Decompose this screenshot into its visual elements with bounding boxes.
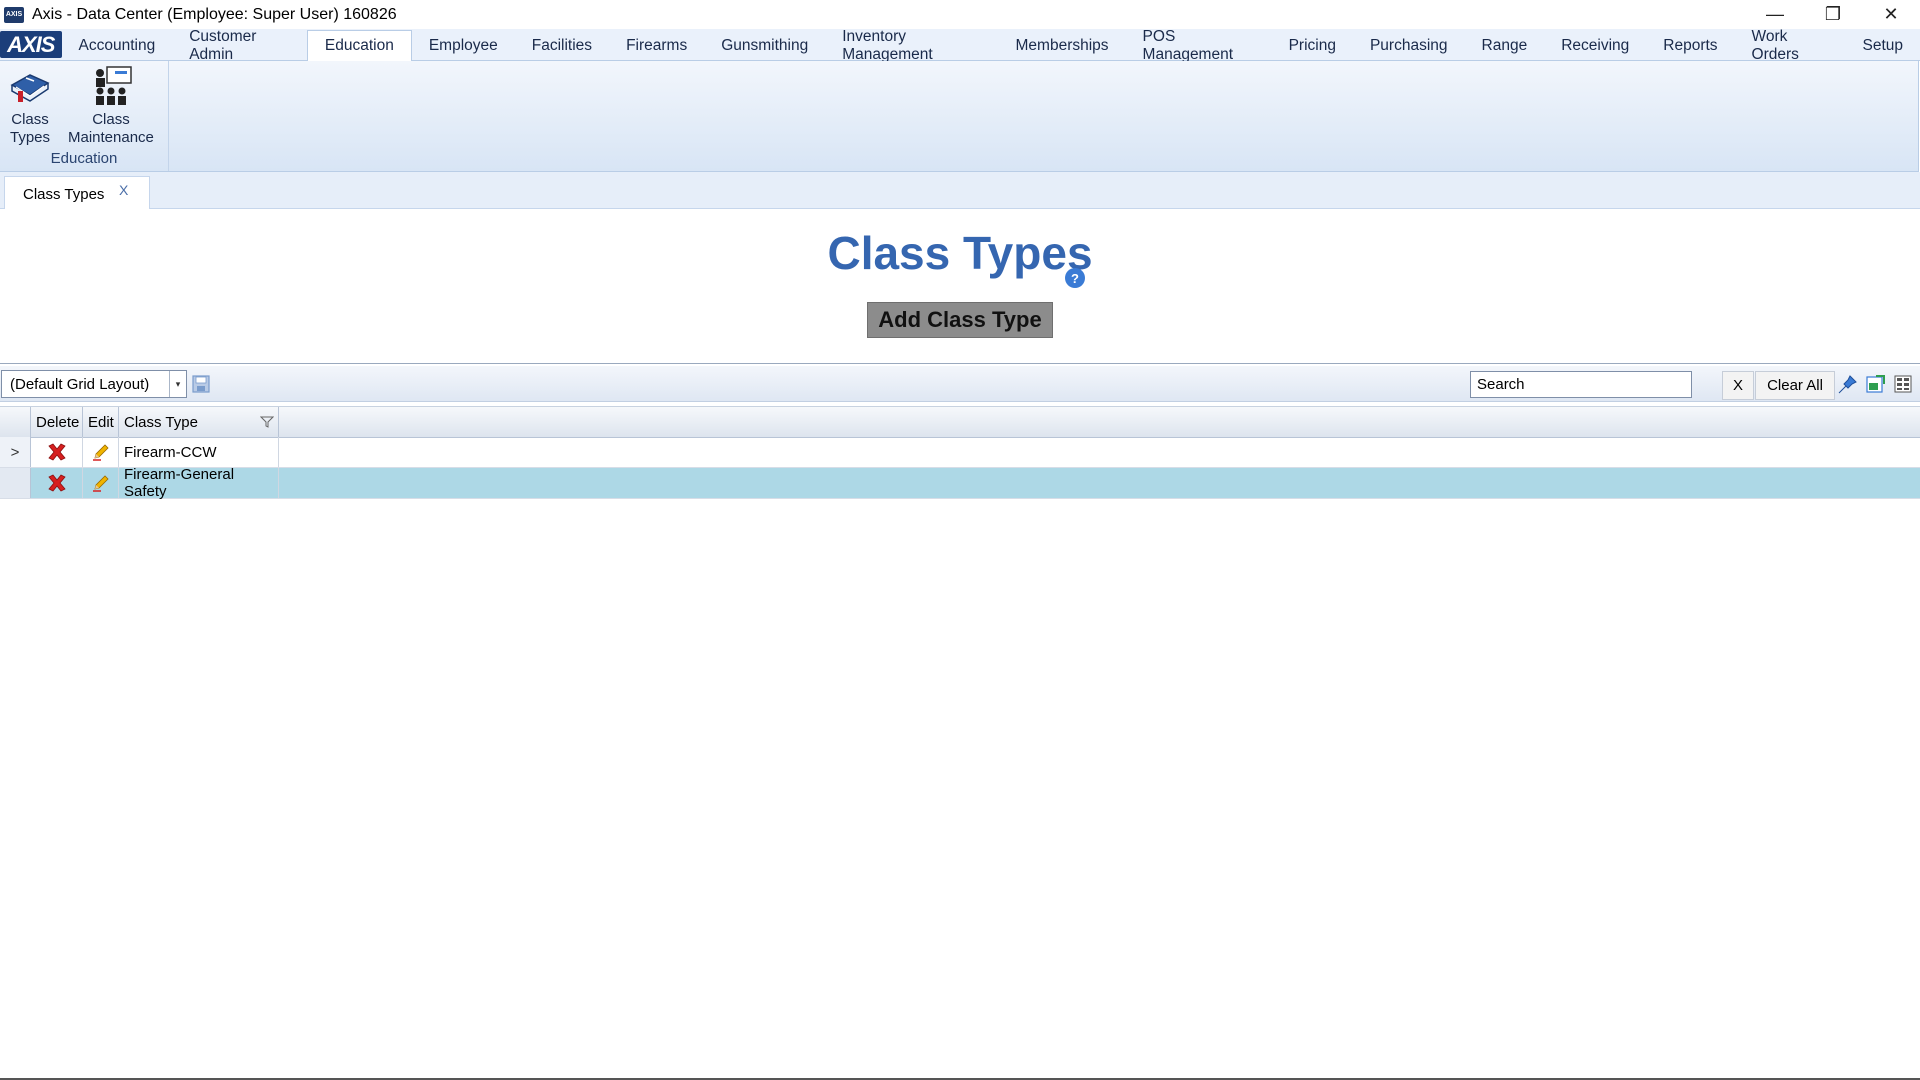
class-maintenance-label-line2: Maintenance: [68, 129, 154, 146]
menu-tab-firearms[interactable]: Firearms: [609, 31, 704, 60]
menu-tab-range[interactable]: Range: [1465, 31, 1545, 60]
pin-icon[interactable]: [1837, 373, 1859, 395]
pencil-icon[interactable]: [91, 473, 111, 493]
class-maintenance-ribbon-button[interactable]: Class Maintenance: [68, 65, 154, 147]
search-input[interactable]: Search: [1470, 371, 1692, 398]
row-indicator-header: [0, 407, 31, 437]
grid-toolbar: (Default Grid Layout) ▾ Search X Clear A…: [0, 366, 1920, 402]
ribbon-group-education: Class Types Class Maintenance Education: [0, 61, 169, 171]
doc-tab-label: Class Types: [23, 186, 105, 203]
grid-layout-select[interactable]: (Default Grid Layout) ▾: [1, 370, 187, 398]
add-class-type-button[interactable]: Add Class Type: [867, 302, 1053, 338]
page-title: Class Types: [0, 226, 1920, 280]
title-bar: AXIS Axis - Data Center (Employee: Super…: [0, 0, 1920, 29]
grid-layout-value: (Default Grid Layout): [10, 375, 150, 393]
grid-header: Delete Edit Class Type: [0, 406, 1920, 438]
doc-tab-close-button[interactable]: X: [119, 182, 128, 198]
export-excel-icon[interactable]: [1864, 373, 1886, 395]
document-tab-strip: Class Types X: [0, 172, 1920, 209]
menu-tab-employee[interactable]: Employee: [412, 31, 515, 60]
class-types-label-line1: Class: [11, 111, 49, 128]
menu-tab-receiving[interactable]: Receiving: [1544, 31, 1646, 60]
save-layout-icon[interactable]: [191, 374, 211, 394]
class-type-cell: Firearm-General Safety: [119, 466, 279, 500]
filter-icon[interactable]: [260, 415, 274, 429]
class-types-ribbon-button[interactable]: Class Types: [8, 65, 52, 147]
help-icon[interactable]: ?: [1065, 268, 1085, 288]
delete-cell[interactable]: [31, 468, 83, 498]
delete-cell[interactable]: [31, 437, 83, 467]
book-icon: [10, 74, 50, 102]
window-controls: — ❐ ✕: [1746, 0, 1920, 29]
minimize-button[interactable]: —: [1746, 0, 1804, 29]
row-indicator: >: [0, 437, 31, 467]
menu-tab-setup[interactable]: Setup: [1845, 31, 1920, 60]
class-type-cell: Firearm-CCW: [119, 437, 279, 467]
table-row[interactable]: > Firearm-CCW: [0, 437, 1920, 468]
column-header-delete[interactable]: Delete: [31, 407, 83, 437]
close-window-button[interactable]: ✕: [1862, 0, 1920, 29]
divider: [0, 363, 1920, 364]
edit-cell[interactable]: [83, 468, 119, 498]
clear-all-button[interactable]: Clear All: [1755, 371, 1835, 400]
edit-cell[interactable]: [83, 437, 119, 467]
menu-tab-inventory-management[interactable]: Inventory Management: [825, 28, 998, 63]
menu-tab-gunsmithing[interactable]: Gunsmithing: [704, 31, 825, 60]
menu-tab-pricing[interactable]: Pricing: [1272, 31, 1353, 60]
menu-tab-education[interactable]: Education: [306, 30, 412, 61]
menu-tab-customer-admin[interactable]: Customer Admin: [172, 28, 307, 63]
axis-logo[interactable]: AXIS: [0, 31, 62, 58]
row-indicator: [0, 468, 31, 498]
menu-tab-facilities[interactable]: Facilities: [515, 31, 609, 60]
restore-button[interactable]: ❐: [1804, 0, 1862, 29]
chevron-down-icon[interactable]: ▾: [169, 371, 186, 397]
menu-tab-accounting[interactable]: Accounting: [62, 31, 173, 60]
pencil-icon[interactable]: [91, 442, 111, 462]
search-clear-button[interactable]: X: [1722, 371, 1754, 400]
menu-tab-work-orders[interactable]: Work Orders: [1735, 28, 1846, 63]
class-types-label-line2: Types: [9, 129, 51, 146]
ribbon: Class Types Class Maintenance Education: [0, 61, 1919, 172]
column-chooser-icon[interactable]: [1892, 373, 1914, 395]
column-header-class-type-label: Class Type: [124, 413, 198, 431]
delete-icon[interactable]: [46, 442, 68, 462]
column-header-edit[interactable]: Edit: [83, 407, 119, 437]
menu-tab-memberships[interactable]: Memberships: [999, 31, 1126, 60]
column-header-class-type[interactable]: Class Type: [119, 407, 279, 437]
menu-tab-pos-management[interactable]: POS Management: [1126, 28, 1272, 63]
menu-tab-purchasing[interactable]: Purchasing: [1353, 31, 1465, 60]
menu-bar: AXIS Accounting Customer Admin Education…: [0, 28, 1920, 63]
classroom-icon: [95, 66, 132, 105]
menu-tab-reports[interactable]: Reports: [1646, 31, 1734, 60]
delete-icon[interactable]: [46, 473, 68, 493]
app-icon: AXIS: [4, 6, 24, 23]
class-maintenance-label-line1: Class: [92, 111, 130, 128]
window-title: Axis - Data Center (Employee: Super User…: [32, 5, 397, 23]
page-title-text: Class Types: [827, 227, 1093, 279]
ribbon-group-label: Education: [50, 150, 118, 167]
table-row[interactable]: Firearm-General Safety: [0, 466, 1920, 500]
doc-tab-class-types[interactable]: Class Types X: [4, 176, 150, 209]
